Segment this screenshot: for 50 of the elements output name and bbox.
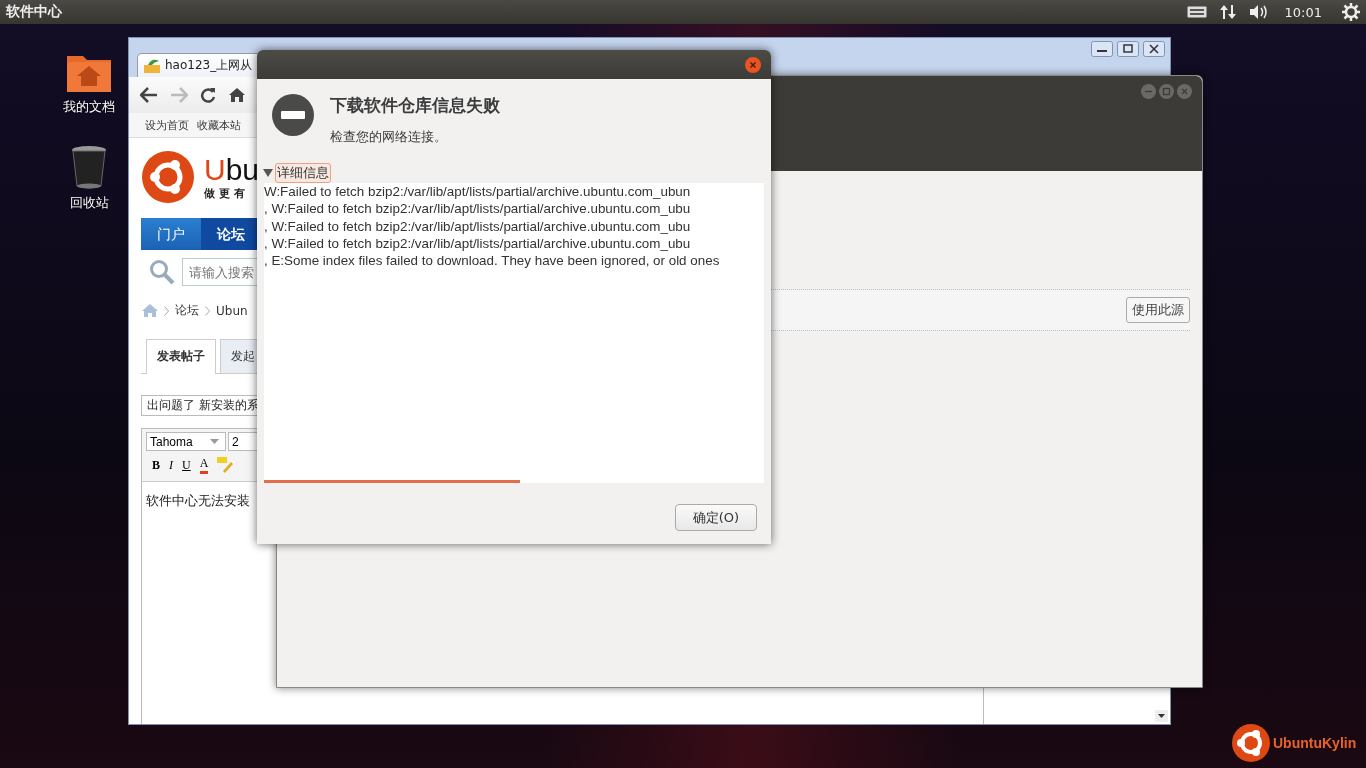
format-button[interactable]: A (199, 456, 209, 474)
dialog-message: 检查您的网络连接。 (330, 128, 448, 146)
log-line: , W:Failed to fetch bzip2:/var/lib/apt/lists/partial/archive.ubuntu.com_ubu (264, 234, 691, 253)
desktop-icon-label[interactable]: 回收站 (69, 194, 109, 212)
post-tab[interactable]: 发表帖子 (146, 339, 216, 374)
ok-button[interactable]: 确定(O) (675, 504, 757, 531)
settings-icon[interactable] (1342, 3, 1360, 21)
font-select[interactable]: Tahoma (146, 432, 226, 451)
minimize-button[interactable] (1091, 41, 1113, 57)
bookmark-link[interactable]: 收藏本站 (197, 117, 241, 133)
breadcrumb-link[interactable]: Ubun (216, 303, 248, 318)
volume-icon[interactable] (1248, 4, 1269, 20)
error-icon (272, 94, 314, 136)
reload-icon[interactable] (200, 87, 216, 103)
ubuntu-kylin-logo-icon (1232, 724, 1270, 762)
clock[interactable]: 10:01 (1284, 4, 1322, 20)
log-line: W:Failed to fetch bzip2:/var/lib/apt/lists/partial/archive.ubuntu.com_ubun (264, 183, 691, 201)
format-button[interactable]: B (152, 457, 160, 473)
scroll-down-icon[interactable] (1155, 710, 1168, 722)
logo-text: U (204, 152, 226, 186)
use-source-button[interactable]: 使用此源 (1126, 297, 1190, 323)
app-name: 软件中心 (6, 3, 62, 21)
brand-name: UbuntuKylin (1273, 735, 1357, 751)
back-icon[interactable] (140, 87, 158, 103)
home-icon[interactable] (228, 87, 246, 103)
nav-tab[interactable]: 门户 (141, 218, 201, 250)
format-button[interactable]: I (169, 457, 173, 473)
desktop-icon-label[interactable]: 我的文档 (63, 98, 115, 116)
breadcrumb-link[interactable]: 论坛 (175, 302, 199, 319)
network-icon[interactable] (1218, 3, 1237, 21)
log-line: , W:Failed to fetch bzip2:/var/lib/apt/lists/partial/archive.ubuntu.com_ubu (264, 200, 691, 218)
close-button[interactable] (1143, 41, 1165, 57)
logo-text: bu (225, 152, 260, 186)
ubuntu-logo-icon[interactable] (142, 151, 194, 203)
maximize-button[interactable] (1117, 41, 1139, 57)
format-button[interactable]: U (182, 457, 191, 473)
chevron-icon (164, 305, 169, 316)
site-favicon (144, 58, 160, 73)
dropdown-arrow-icon[interactable] (210, 439, 219, 444)
details-expander[interactable]: 详细信息 (275, 163, 331, 183)
scrollbar-thumb[interactable] (264, 480, 520, 483)
slogan: 做 更 有 (204, 185, 246, 201)
keyboard-icon[interactable] (1186, 6, 1207, 18)
log-line: , W:Failed to fetch bzip2:/var/lib/apt/lists/partial/archive.ubuntu.com_ubu (264, 217, 691, 235)
chevron-icon (205, 305, 210, 316)
trash-icon[interactable] (70, 144, 108, 190)
expander-arrow-icon[interactable] (263, 169, 273, 177)
log-line: , E:Some index files failed to download. They have been ignored, or old ones (264, 252, 720, 270)
bookmark-link[interactable]: 设为首页 (145, 117, 189, 133)
dialog-title: 下载软件仓库信息失败 (330, 94, 500, 117)
